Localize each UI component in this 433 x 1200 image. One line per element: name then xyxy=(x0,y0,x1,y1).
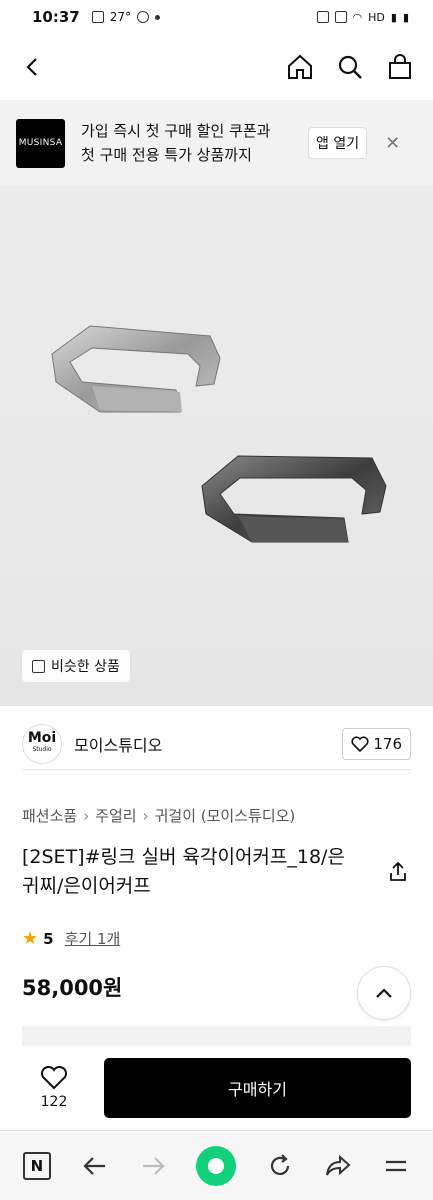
promo-line-2: 첫 구매 전용 특가 상품까지 xyxy=(81,146,252,164)
status-bar: 10:37 27° ◠ HD ▮ ▮ xyxy=(0,0,433,34)
product-price: 58,000원 xyxy=(22,976,123,1000)
signal-icon: ▮ xyxy=(390,10,397,24)
wifi-icon: ◠ xyxy=(352,10,363,24)
info-strip xyxy=(22,1026,411,1046)
green-dot-button[interactable] xyxy=(196,1145,237,1186)
browser-forward-icon[interactable] xyxy=(139,1152,167,1180)
green-dot-icon xyxy=(208,1157,225,1174)
shopping-bag-icon xyxy=(389,54,411,79)
brand-logo-main: Moi xyxy=(27,729,57,746)
brand-logo-sub: Studio xyxy=(32,745,52,753)
collapse-button[interactable] xyxy=(357,966,411,1020)
chevron-right-icon: › xyxy=(142,806,149,825)
similar-products-button[interactable]: 비슷한 상품 xyxy=(22,650,130,682)
home-button[interactable] xyxy=(285,52,315,82)
browser-back-icon[interactable] xyxy=(81,1152,109,1180)
similar-label: 비슷한 상품 xyxy=(51,659,120,675)
open-app-button[interactable]: 앱 열기 xyxy=(308,127,368,159)
shield-icon xyxy=(137,11,150,23)
breadcrumb-item[interactable]: 패션소품 xyxy=(22,805,77,826)
ear-cuff-photo xyxy=(51,325,387,543)
product-title: [2SET]#링크 실버 육각이어커프_18/은귀찌/은이어커프 xyxy=(22,846,345,897)
alarm-icon xyxy=(316,11,329,23)
breadcrumb: 패션소품 › 주얼리 › 귀걸이 (모이스튜디오) xyxy=(22,805,295,826)
search-icon xyxy=(338,55,362,79)
rating-row: ★ 5 후기 1개 xyxy=(22,928,120,949)
brand-like-count: 176 xyxy=(373,734,402,753)
brand-name[interactable]: 모이스튜디오 xyxy=(74,732,162,756)
notification-dot-icon xyxy=(155,14,161,20)
status-left-icons: 27° xyxy=(91,10,161,24)
close-icon: ✕ xyxy=(385,132,401,154)
share-button[interactable] xyxy=(386,860,410,888)
breadcrumb-item[interactable]: 귀걸이 (모이스튜디오) xyxy=(155,805,296,826)
brand-like-button[interactable]: 176 xyxy=(342,727,411,760)
top-nav xyxy=(0,34,433,100)
product-image[interactable]: 비슷한 상품 xyxy=(0,186,433,706)
brand-row: Moi Studio 모이스튜디오 176 xyxy=(22,718,411,770)
buy-button[interactable]: 구매하기 xyxy=(104,1058,411,1118)
chevron-right-icon: › xyxy=(83,806,90,825)
musinsa-logo: MUSINSA xyxy=(16,118,65,168)
network-label: HD xyxy=(368,10,385,24)
search-button[interactable] xyxy=(335,52,365,82)
browser-toolbar: N xyxy=(0,1130,433,1200)
refresh-icon[interactable] xyxy=(266,1152,294,1180)
purchase-bar: 122 구매하기 xyxy=(0,1046,433,1130)
menu-icon[interactable] xyxy=(382,1152,410,1180)
status-temp: 27° xyxy=(109,10,132,24)
gallery-icon xyxy=(91,11,104,23)
app-promo-banner: MUSINSA 가입 즉시 첫 구매 할인 쿠폰과 첫 구매 전용 특가 상품까… xyxy=(0,100,433,186)
wishlist-button[interactable]: 122 xyxy=(24,1066,84,1110)
promo-line-1: 가입 즉시 첫 구매 할인 쿠폰과 xyxy=(81,122,271,140)
wishlist-count: 122 xyxy=(40,1094,68,1110)
close-banner-button[interactable]: ✕ xyxy=(385,133,400,154)
star-icon: ★ xyxy=(22,928,39,949)
home-icon xyxy=(288,54,312,79)
status-right-icons: ◠ HD ▮ ▮ xyxy=(316,10,409,24)
share-icon xyxy=(390,861,406,881)
naver-home-icon[interactable]: N xyxy=(22,1151,51,1180)
chevron-up-icon xyxy=(376,988,392,998)
battery-icon: ▮ xyxy=(402,10,409,24)
breadcrumb-item[interactable]: 주얼리 xyxy=(95,805,136,826)
browser-share-icon[interactable] xyxy=(324,1152,352,1180)
back-button[interactable] xyxy=(18,52,48,82)
brand-logo[interactable]: Moi Studio xyxy=(22,723,62,764)
cart-button[interactable] xyxy=(385,52,415,82)
mute-icon xyxy=(334,11,347,23)
heart-icon xyxy=(40,1066,68,1090)
promo-text: 가입 즉시 첫 구매 할인 쿠폰과 첫 구매 전용 특가 상품까지 xyxy=(81,119,296,167)
review-link[interactable]: 후기 1개 xyxy=(65,928,121,949)
rating-score: 5 xyxy=(43,929,54,948)
similar-icon xyxy=(32,659,45,673)
heart-icon xyxy=(351,735,369,752)
back-arrow-icon xyxy=(26,58,37,76)
status-time: 10:37 xyxy=(32,8,80,26)
